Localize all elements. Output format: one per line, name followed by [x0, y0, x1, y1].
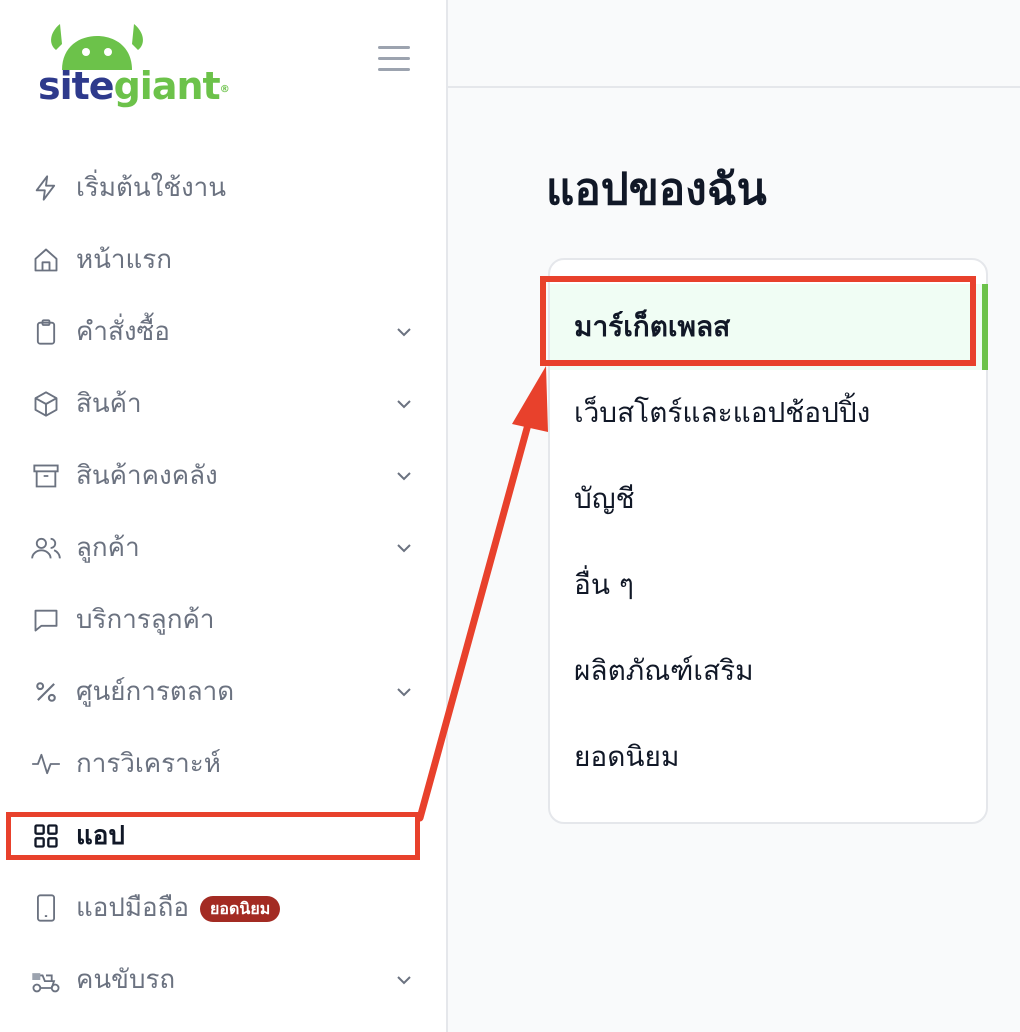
sidebar-item-mobile-app[interactable]: แอปมือถือ ยอดนิยม	[0, 872, 448, 944]
clipboard-icon	[28, 318, 64, 346]
sidebar-item-label: แอป	[76, 821, 125, 851]
hamburger-menu-button[interactable]	[378, 46, 414, 74]
popular-badge: ยอดนิยม	[200, 896, 281, 922]
sidebar-item-label: ศูนย์การตลาด	[76, 677, 235, 707]
sidebar-item-customer-service[interactable]: บริการลูกค้า	[0, 584, 448, 656]
chat-icon	[28, 606, 64, 634]
menu-item-webstore[interactable]: เว็บสโตร์และแอปช้อปปิ้ง	[550, 370, 986, 456]
menu-item-others[interactable]: อื่น ๆ	[550, 542, 986, 628]
apps-category-menu: มาร์เก็ตเพลส เว็บสโตร์และแอปช้อปปิ้ง บัญ…	[548, 258, 988, 824]
chevron-down-icon[interactable]	[392, 536, 416, 560]
activity-icon	[28, 750, 64, 778]
home-icon	[28, 246, 64, 274]
logo-wordmark: sitegiant®	[38, 64, 230, 108]
sidebar-item-apps[interactable]: แอป	[0, 800, 448, 872]
sidebar-item-label: แอปมือถือ	[76, 893, 189, 923]
sidebar-item-analytics[interactable]: การวิเคราะห์	[0, 728, 448, 800]
sidebar-item-home[interactable]: หน้าแรก	[0, 224, 448, 296]
sidebar-item-customers[interactable]: ลูกค้า	[0, 512, 448, 584]
sidebar-item-label: คำสั่งซื้อ	[76, 317, 170, 347]
menu-item-popular[interactable]: ยอดนิยม	[550, 714, 986, 800]
chevron-down-icon[interactable]	[392, 392, 416, 416]
sidebar-item-orders[interactable]: คำสั่งซื้อ	[0, 296, 448, 368]
sidebar-item-label: บริการลูกค้า	[76, 605, 215, 635]
percent-icon	[28, 678, 64, 706]
page-title: แอปของฉัน	[546, 164, 767, 215]
box-icon	[28, 390, 64, 418]
sidebar-item-label: หน้าแรก	[76, 245, 172, 275]
menu-item-label: เว็บสโตร์และแอปช้อปปิ้ง	[574, 396, 871, 429]
chevron-down-icon[interactable]	[392, 464, 416, 488]
hamburger-line	[378, 46, 410, 49]
sidebar-item-products[interactable]: สินค้า	[0, 368, 448, 440]
top-bar	[448, 0, 1020, 88]
menu-item-accounting[interactable]: บัญชี	[550, 456, 986, 542]
menu-item-label: ผลิตภัณฑ์เสริม	[574, 654, 754, 687]
archive-icon	[28, 462, 64, 490]
sidebar: sitegiant® เริ่มต้นใช้งาน หน้าแรก คำสั่ง…	[0, 0, 448, 1032]
hamburger-line	[378, 68, 410, 71]
sidebar-item-label: เริ่มต้นใช้งาน	[76, 173, 227, 203]
chevron-down-icon[interactable]	[392, 320, 416, 344]
sidebar-item-getting-started[interactable]: เริ่มต้นใช้งาน	[0, 152, 448, 224]
tablet-icon	[28, 894, 64, 922]
sidebar-item-marketing[interactable]: ศูนย์การตลาด	[0, 656, 448, 728]
active-indicator	[982, 284, 988, 370]
sidebar-item-label: สินค้า	[76, 389, 142, 419]
chevron-down-icon[interactable]	[392, 680, 416, 704]
hamburger-line	[378, 57, 410, 60]
menu-item-addons[interactable]: ผลิตภัณฑ์เสริม	[550, 628, 986, 714]
users-icon	[28, 534, 64, 562]
lightning-icon	[28, 174, 64, 202]
sidebar-item-label: การวิเคราะห์	[76, 749, 221, 779]
sitegiant-logo[interactable]: sitegiant®	[36, 18, 230, 108]
grid-icon	[28, 822, 64, 850]
menu-item-label: อื่น ๆ	[574, 568, 634, 601]
delivery-icon	[28, 966, 64, 994]
sidebar-item-inventory[interactable]: สินค้าคงคลัง	[0, 440, 448, 512]
menu-item-label: ยอดนิยม	[574, 740, 680, 773]
sidebar-item-label: ลูกค้า	[76, 533, 140, 563]
sidebar-item-label: สินค้าคงคลัง	[76, 461, 218, 491]
menu-item-label: บัญชี	[574, 482, 635, 515]
menu-item-marketplace[interactable]: มาร์เก็ตเพลส	[550, 284, 988, 370]
sidebar-item-label: คนขับรถ	[76, 965, 176, 995]
sidebar-item-drivers[interactable]: คนขับรถ	[0, 944, 448, 1016]
chevron-down-icon[interactable]	[392, 968, 416, 992]
menu-item-label: มาร์เก็ตเพลส	[574, 310, 731, 343]
